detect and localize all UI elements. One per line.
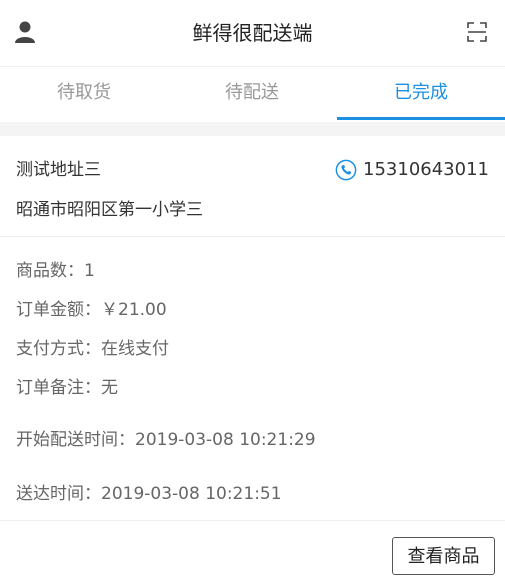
tab-pending-pickup[interactable]: 待取货	[0, 67, 168, 122]
tab-pending-delivery[interactable]: 待配送	[168, 67, 336, 122]
tab-label: 已完成	[394, 82, 448, 103]
tab-completed[interactable]: 已完成	[337, 67, 505, 122]
address-detail: 昭通市昭阳区第一小学三	[16, 200, 203, 220]
delivery-start-time: 开始配送时间：2019-03-08 10:21:29	[16, 430, 316, 450]
divider	[0, 520, 505, 521]
phone-icon	[335, 159, 357, 181]
phone-link[interactable]: 15310643011	[335, 158, 489, 182]
item-count: 商品数：1	[16, 261, 95, 281]
app-header: 鲜得很配送端	[0, 0, 505, 66]
view-items-button[interactable]: 查看商品	[392, 537, 495, 575]
active-tab-indicator	[337, 117, 505, 120]
contact-name: 测试地址三	[16, 160, 101, 180]
phone-number: 15310643011	[363, 159, 489, 180]
page-title: 鲜得很配送端	[192, 21, 313, 45]
order-status-tabs: 待取货 待配送 已完成	[0, 66, 505, 122]
scan-icon[interactable]	[465, 20, 489, 44]
tab-label: 待配送	[225, 82, 279, 103]
payment-method: 支付方式：在线支付	[16, 339, 169, 359]
order-note: 订单备注：无	[16, 378, 118, 398]
tab-label: 待取货	[57, 82, 111, 103]
section-divider	[0, 122, 505, 136]
delivery-address-block: 测试地址三 15310643011 昭通市昭阳区第一小学三	[0, 136, 505, 237]
delivered-time: 送达时间：2019-03-08 10:21:51	[16, 484, 282, 504]
order-amount: 订单金额：￥21.00	[16, 300, 167, 320]
